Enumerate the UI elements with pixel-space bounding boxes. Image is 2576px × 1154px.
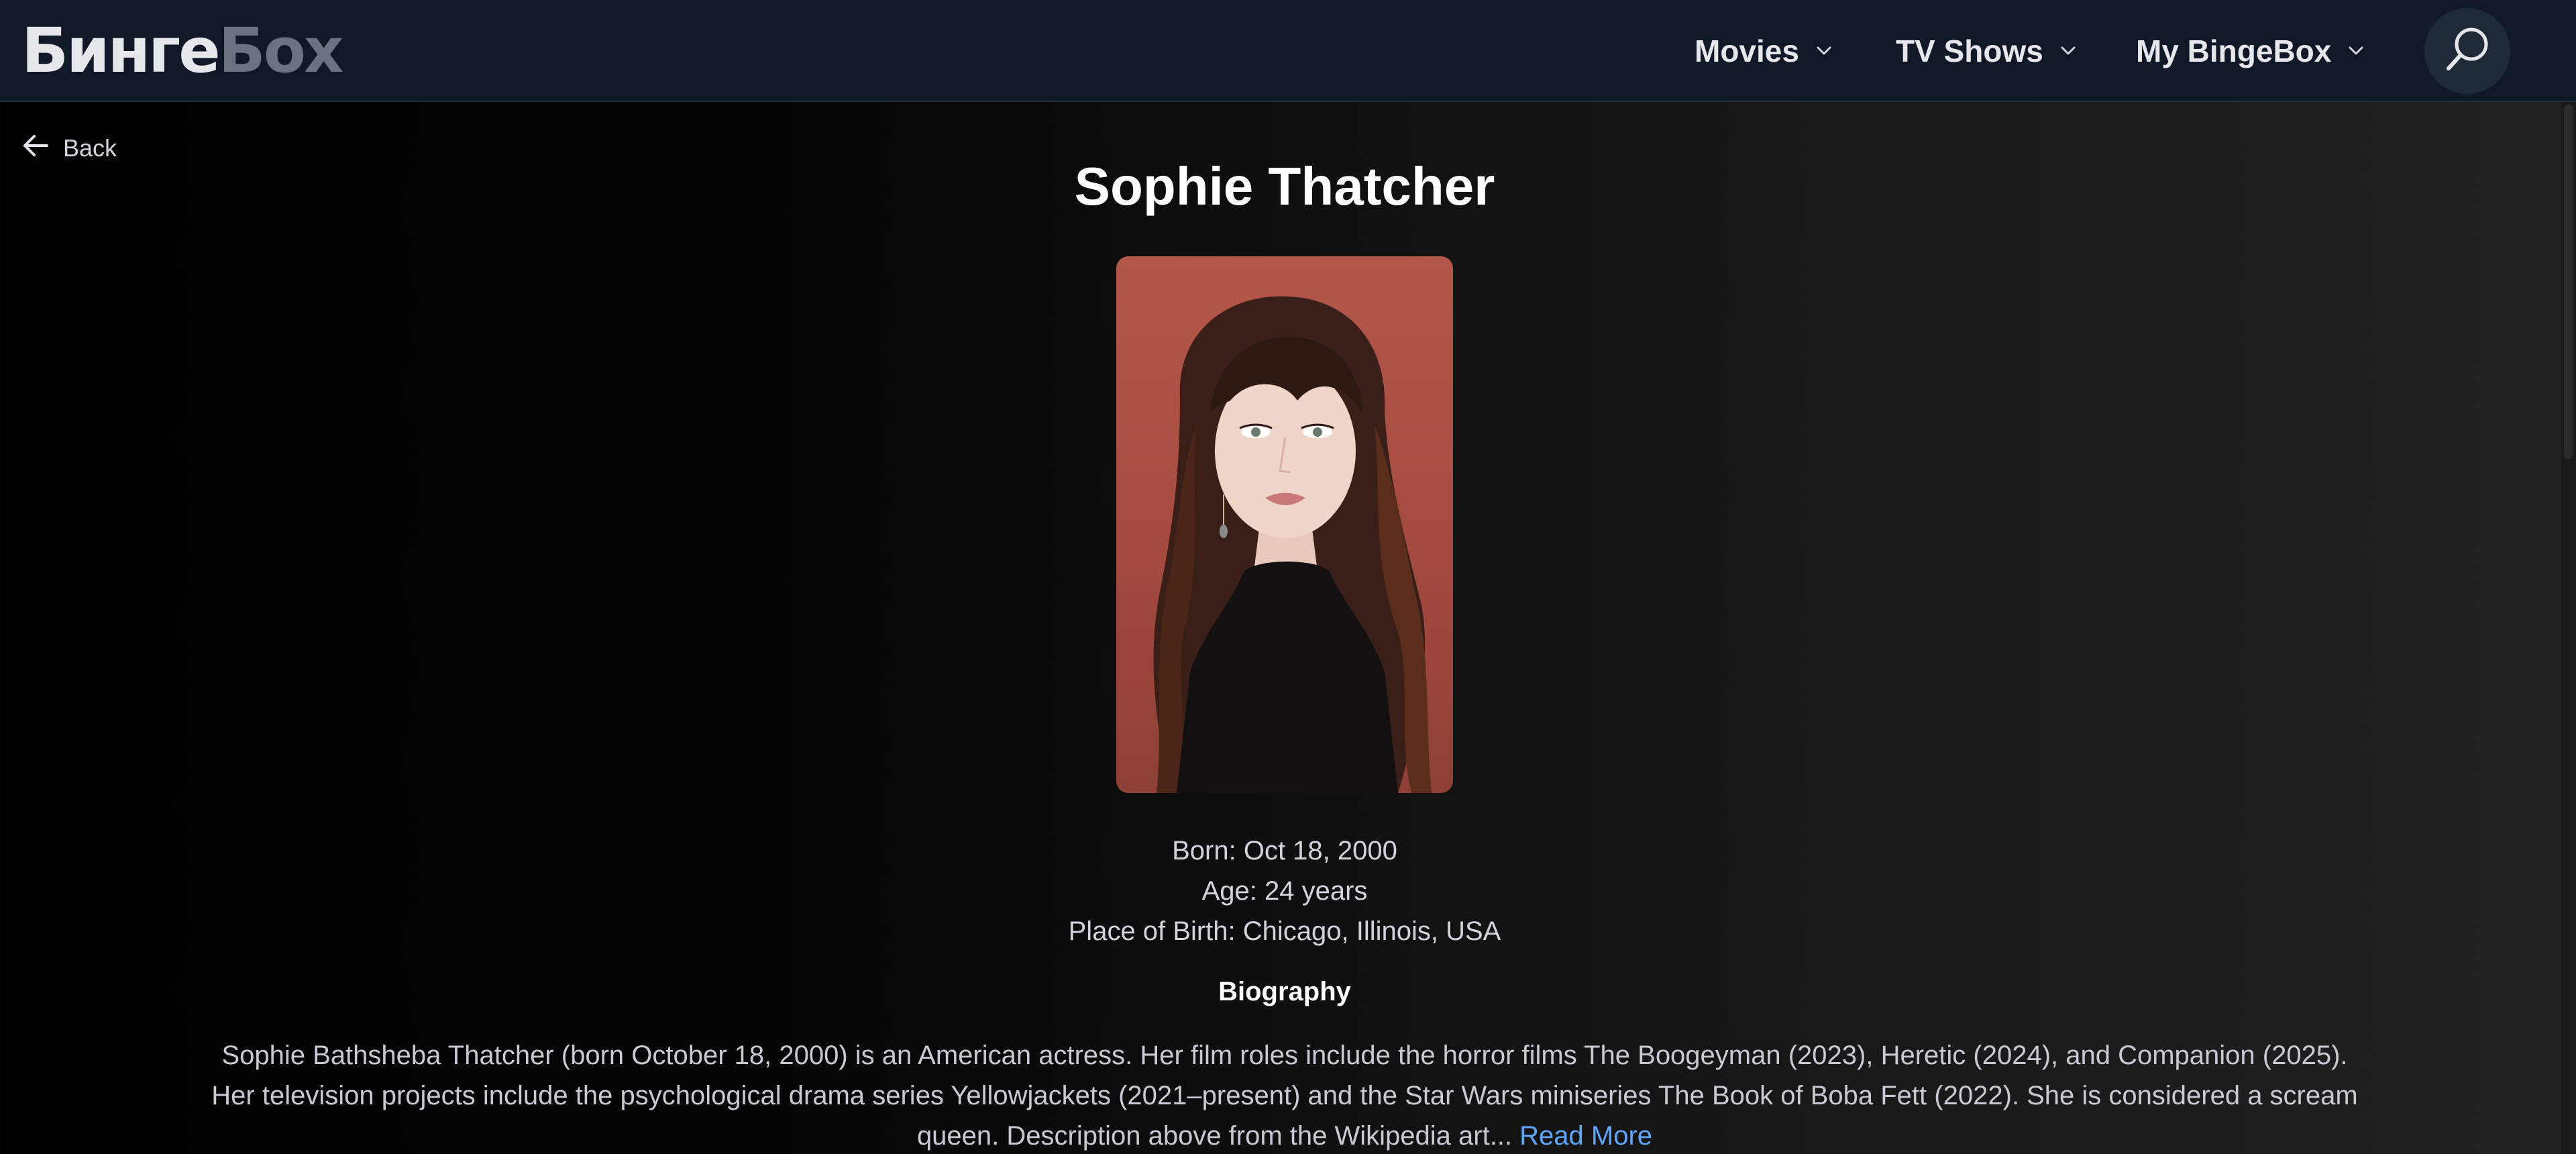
biography-heading: Biography (1218, 977, 1351, 1006)
chevron-down-icon (2061, 46, 2076, 56)
chevron-down-icon (2349, 46, 2363, 56)
nav-my-bingebox-dropdown[interactable]: My BingeBox (2136, 0, 2363, 102)
nav-my-bingebox-label: My BingeBox (2136, 34, 2332, 68)
person-born-date: Born: Oct 18, 2000 (1172, 836, 1397, 866)
person-portrait-image (1116, 256, 1453, 793)
nav-tv-shows-dropdown[interactable]: TV Shows (1896, 0, 2076, 102)
read-more-link[interactable]: Read More (1519, 1121, 1652, 1151)
nav-movies-label: Movies (1695, 34, 1799, 68)
top-navigation-bar: Бинге Бох Movies TV Shows My BingeBox (0, 0, 2576, 102)
biography-body: Sophie Bathsheba Thatcher (born October … (211, 1041, 2358, 1151)
nav-tv-shows-label: TV Shows (1896, 34, 2043, 68)
bingebox-logo[interactable]: Бинге Бох (21, 15, 344, 87)
search-icon (2440, 23, 2494, 80)
chevron-down-icon (1817, 46, 1831, 56)
person-place-of-birth: Place of Birth: Chicago, Illinois, USA (1068, 916, 1501, 946)
person-age: Age: 24 years (1201, 876, 1368, 906)
search-button[interactable] (2424, 8, 2510, 94)
logo-text-secondary: Бох (218, 15, 344, 87)
logo-text-primary: Бинге (21, 15, 221, 87)
biography-text: Sophie Bathsheba Thatcher (born October … (201, 1035, 2368, 1154)
nav-movies-dropdown[interactable]: Movies (1695, 0, 1831, 102)
person-name-title: Sophie Thatcher (1074, 156, 1495, 216)
